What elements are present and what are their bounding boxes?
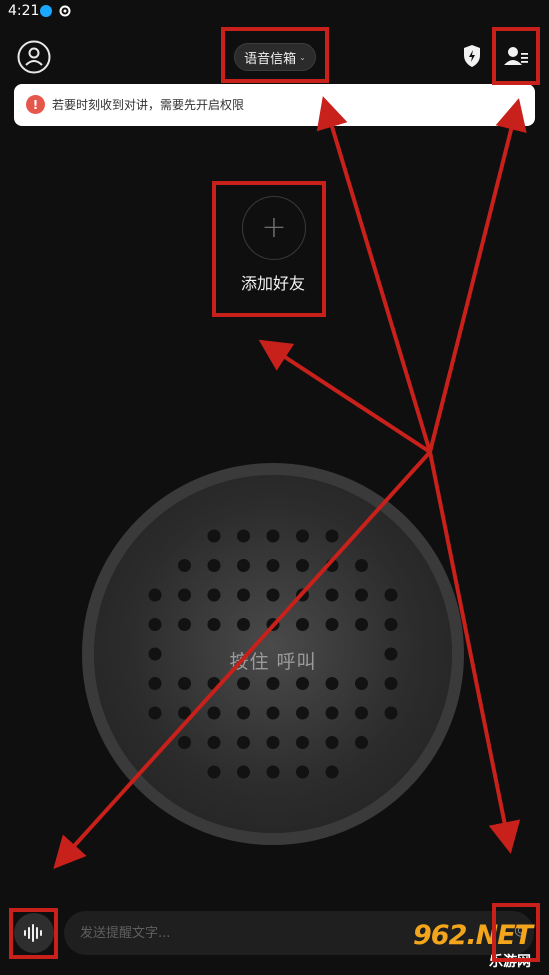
grille-dot xyxy=(266,736,280,749)
grille-dot xyxy=(207,677,221,690)
notice-text: 若要时刻收到对讲，需要先开启权限 xyxy=(52,98,245,112)
waveform-icon xyxy=(24,924,42,942)
grille-dot xyxy=(325,706,339,720)
permission-notice[interactable]: ! 若要时刻收到对讲，需要先开启权限 › xyxy=(14,84,535,126)
settings-icon xyxy=(59,5,71,17)
grille-dot xyxy=(207,559,221,572)
voice-mailbox-dropdown[interactable]: 语音信箱 ⌄ xyxy=(234,43,316,71)
grille-dot xyxy=(296,706,309,720)
grille-dot xyxy=(237,706,250,720)
grille-dot xyxy=(266,765,280,779)
grille-dot xyxy=(355,706,368,720)
plus-icon: + xyxy=(261,210,287,245)
grille-dot xyxy=(325,765,339,779)
grille-dot xyxy=(148,677,162,690)
grille-dot xyxy=(237,765,250,779)
grille-dot xyxy=(296,529,309,543)
grille-dot xyxy=(237,559,250,572)
add-friend-label: 添加好友 xyxy=(241,274,306,293)
grille-dot xyxy=(148,588,162,602)
speaker-grille: 按住 呼叫 xyxy=(94,475,452,833)
grille-dot xyxy=(207,529,221,543)
annotation-arrow-add-friend xyxy=(258,339,432,454)
grille-dot xyxy=(384,677,398,690)
grille-dot xyxy=(178,736,191,749)
grille-dot xyxy=(325,529,339,543)
grille-dot xyxy=(148,618,162,631)
grille-dot xyxy=(296,588,309,602)
top-bar: 语音信箱 ⌄ xyxy=(0,30,549,82)
warning-icon: ! xyxy=(26,95,45,114)
grille-dot xyxy=(296,559,309,572)
chevron-down-icon: ⌄ xyxy=(299,52,306,62)
grille-dot xyxy=(384,618,398,631)
push-to-talk-label: 按住 呼叫 xyxy=(229,651,317,673)
grille-dot xyxy=(355,559,368,572)
grille-dot xyxy=(266,618,280,631)
annotation-arrow-contacts xyxy=(428,98,527,453)
grille-dot xyxy=(325,736,339,749)
watermark-sub: 乐游网 xyxy=(489,954,531,970)
grille-dot xyxy=(384,588,398,602)
grille-dot xyxy=(325,677,339,690)
contacts-icon[interactable] xyxy=(503,44,529,68)
voice-mailbox-label: 语音信箱 xyxy=(244,51,297,67)
grille-dot xyxy=(148,706,162,720)
grille-dot xyxy=(266,588,280,602)
grille-dot xyxy=(384,706,398,720)
grille-dot xyxy=(207,588,221,602)
grille-dot xyxy=(266,706,280,720)
voice-message-button[interactable] xyxy=(14,913,54,953)
grille-dot xyxy=(178,706,191,720)
grille-dot xyxy=(207,618,221,631)
grille-dot xyxy=(237,529,250,543)
grille-dot xyxy=(237,588,250,602)
status-time: 4:21 xyxy=(8,3,40,19)
bluetooth-icon xyxy=(40,5,52,17)
annotation-arrow-mailbox xyxy=(316,96,432,453)
grille-dot xyxy=(355,677,368,690)
grille-dot xyxy=(296,736,309,749)
grille-dot xyxy=(325,588,339,602)
grille-dot xyxy=(296,677,309,690)
grille-dot xyxy=(237,618,250,631)
profile-icon[interactable] xyxy=(17,40,51,74)
watermark-main: 962.NET xyxy=(413,920,533,951)
grille-dot xyxy=(296,618,309,631)
status-bar: 4:21 xyxy=(0,0,549,22)
add-friend-button[interactable]: + xyxy=(242,196,306,260)
grille-dot xyxy=(178,618,191,631)
chevron-right-icon: › xyxy=(515,95,521,111)
shield-icon[interactable] xyxy=(462,44,482,68)
grille-dot xyxy=(237,736,250,749)
push-to-talk-button[interactable]: 按住 呼叫 xyxy=(82,463,464,845)
grille-dot xyxy=(355,736,368,749)
grille-dot xyxy=(207,765,221,779)
grille-dot xyxy=(266,559,280,572)
grille-dot xyxy=(178,588,191,602)
grille-dot xyxy=(355,588,368,602)
grille-dot xyxy=(266,529,280,543)
grille-dot xyxy=(178,559,191,572)
grille-dot xyxy=(207,706,221,720)
grille-dot xyxy=(207,736,221,749)
grille-dot xyxy=(355,618,368,631)
grille-dot xyxy=(266,677,280,690)
grille-dot xyxy=(325,559,339,572)
watermark-logo: 962.NET 乐游网 xyxy=(405,920,545,970)
grille-dot xyxy=(237,677,250,690)
grille-dot xyxy=(178,677,191,690)
grille-dot xyxy=(325,618,339,631)
grille-dot xyxy=(296,765,309,779)
